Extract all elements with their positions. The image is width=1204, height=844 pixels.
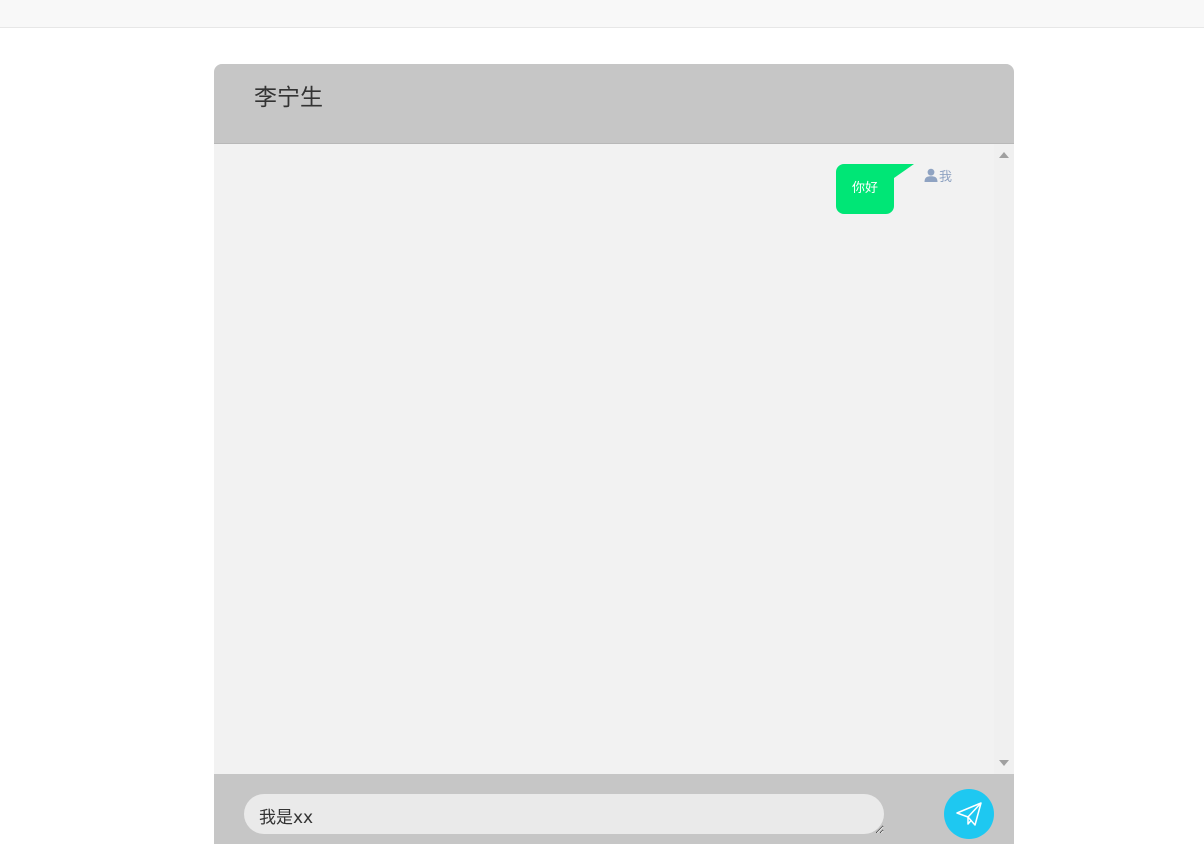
top-navbar	[0, 0, 1204, 28]
message-sender-label: 我	[939, 169, 953, 185]
message-sender: 我	[924, 165, 952, 185]
chat-window: 李宁生 你好 我 我是xx	[214, 64, 1014, 844]
message-list[interactable]: 你好 我	[214, 144, 1014, 774]
chat-header: 李宁生	[214, 64, 1014, 144]
message-bubble: 你好	[836, 164, 894, 214]
send-button[interactable]	[944, 789, 994, 839]
message-input[interactable]: 我是xx	[244, 794, 884, 834]
paper-plane-icon	[956, 802, 982, 826]
message-scrollbar[interactable]	[994, 144, 1014, 774]
scroll-down-arrow-icon[interactable]	[999, 760, 1009, 766]
scroll-up-arrow-icon[interactable]	[999, 152, 1009, 158]
composer-bar: 我是xx	[214, 774, 1014, 844]
contact-name: 李宁生	[254, 85, 323, 111]
message-bubble-tail	[894, 164, 914, 178]
user-icon	[924, 168, 938, 182]
